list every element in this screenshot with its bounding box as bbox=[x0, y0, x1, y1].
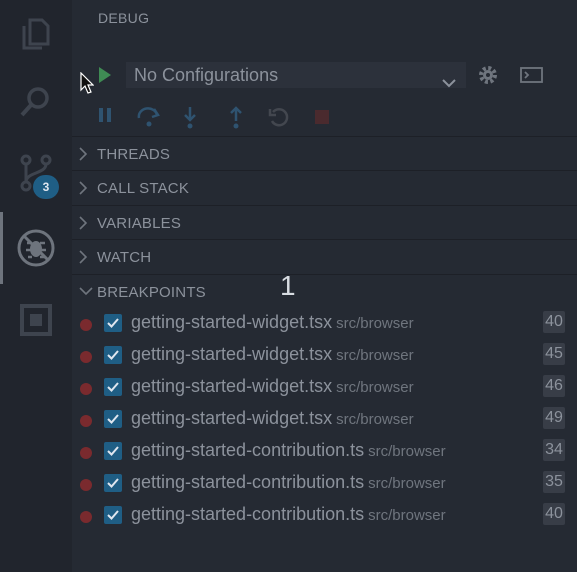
section-call-stack[interactable]: CALL STACK bbox=[72, 170, 577, 205]
breakpoint-path: src/browser bbox=[368, 475, 446, 492]
breakpoint-line-badge: 35 bbox=[543, 471, 565, 493]
breakpoint-row[interactable]: getting-started-widget.tsx src/browser 40 bbox=[72, 307, 577, 339]
configuration-value: No Configurations bbox=[134, 65, 279, 85]
breakpoint-checkbox[interactable] bbox=[104, 378, 122, 396]
step-over-icon[interactable] bbox=[136, 106, 162, 133]
breakpoint-dot-icon bbox=[80, 319, 92, 331]
gear-icon[interactable] bbox=[477, 64, 499, 91]
play-icon[interactable] bbox=[97, 66, 113, 89]
breakpoint-row[interactable]: getting-started-contribution.ts src/brows… bbox=[72, 499, 577, 531]
breakpoint-dot-icon bbox=[80, 511, 92, 523]
section-label: CALL STACK bbox=[97, 180, 190, 197]
section-label: VARIABLES bbox=[97, 215, 182, 232]
breakpoint-path: src/browser bbox=[368, 443, 446, 460]
stop-icon[interactable] bbox=[314, 106, 330, 130]
restart-icon[interactable] bbox=[268, 106, 290, 133]
breakpoint-file: getting-started-widget.tsx src/browser bbox=[131, 344, 414, 365]
chevron-down-icon bbox=[442, 69, 456, 95]
breakpoint-checkbox[interactable] bbox=[104, 442, 122, 460]
breakpoint-line-badge: 40 bbox=[543, 503, 565, 525]
breakpoint-file: getting-started-contribution.ts src/brows… bbox=[131, 504, 446, 525]
section-threads[interactable]: THREADS bbox=[72, 136, 577, 171]
breakpoint-row[interactable]: getting-started-contribution.ts src/brows… bbox=[72, 467, 577, 499]
chevron-right-icon bbox=[78, 215, 88, 235]
breakpoint-dot-icon bbox=[80, 447, 92, 459]
chevron-right-icon bbox=[78, 249, 88, 269]
breakpoint-dot-icon bbox=[80, 383, 92, 395]
step-out-icon[interactable] bbox=[228, 106, 244, 135]
breakpoint-checkbox[interactable] bbox=[104, 410, 122, 428]
breakpoint-line-badge: 40 bbox=[543, 311, 565, 333]
breakpoint-row[interactable]: getting-started-widget.tsx src/browser 49 bbox=[72, 403, 577, 435]
step-number-label: 1 bbox=[280, 270, 296, 301]
panel-title: DEBUG bbox=[98, 10, 150, 26]
breakpoint-file: getting-started-widget.tsx src/browser bbox=[131, 312, 414, 333]
breakpoint-checkbox[interactable] bbox=[104, 474, 122, 492]
chevron-right-icon bbox=[78, 180, 88, 200]
debug-console-icon[interactable] bbox=[520, 66, 544, 89]
activity-explorer[interactable] bbox=[0, 2, 72, 66]
breakpoint-filename: getting-started-widget.tsx bbox=[131, 376, 333, 396]
activity-search[interactable] bbox=[0, 70, 72, 134]
breakpoint-path: src/browser bbox=[336, 379, 414, 396]
mouse-cursor-icon bbox=[80, 71, 95, 99]
breakpoint-dot-icon bbox=[80, 351, 92, 363]
breakpoint-path: src/browser bbox=[368, 507, 446, 524]
breakpoint-filename: getting-started-contribution.ts bbox=[131, 504, 365, 524]
configuration-select[interactable]: No Configurations bbox=[126, 62, 466, 88]
breakpoint-file: getting-started-widget.tsx src/browser bbox=[131, 376, 414, 397]
breakpoint-filename: getting-started-contribution.ts bbox=[131, 472, 365, 492]
breakpoint-filename: getting-started-widget.tsx bbox=[131, 312, 333, 332]
breakpoint-filename: getting-started-widget.tsx bbox=[131, 408, 333, 428]
breakpoint-dot-icon bbox=[80, 479, 92, 491]
chevron-down-icon bbox=[78, 284, 94, 301]
breakpoint-line-badge: 49 bbox=[543, 407, 565, 429]
breakpoint-path: src/browser bbox=[336, 411, 414, 428]
breakpoint-file: getting-started-contribution.ts src/brows… bbox=[131, 440, 446, 461]
breakpoint-line-badge: 45 bbox=[543, 343, 565, 365]
breakpoint-row[interactable]: getting-started-widget.tsx src/browser 46 bbox=[72, 371, 577, 403]
breakpoint-file: getting-started-contribution.ts src/brows… bbox=[131, 472, 446, 493]
activity-bar: 3 bbox=[0, 0, 72, 572]
chevron-right-icon bbox=[78, 146, 88, 166]
breakpoint-row[interactable]: getting-started-contribution.ts src/brows… bbox=[72, 435, 577, 467]
breakpoint-line-badge: 34 bbox=[543, 439, 565, 461]
activity-debug[interactable] bbox=[0, 216, 72, 280]
breakpoint-path: src/browser bbox=[336, 347, 414, 364]
debug-sidebar: DEBUG No Configurations THREADS CALL STA… bbox=[72, 0, 577, 572]
section-variables[interactable]: VARIABLES bbox=[72, 205, 577, 240]
section-label: WATCH bbox=[97, 249, 152, 266]
breakpoint-dot-icon bbox=[80, 415, 92, 427]
activity-extensions[interactable] bbox=[0, 288, 72, 352]
breakpoint-row[interactable]: getting-started-widget.tsx src/browser 45 bbox=[72, 339, 577, 371]
debug-controls bbox=[72, 104, 577, 132]
section-label: BREAKPOINTS bbox=[97, 284, 206, 301]
breakpoint-filename: getting-started-widget.tsx bbox=[131, 344, 333, 364]
step-into-icon[interactable] bbox=[182, 106, 198, 135]
section-label: THREADS bbox=[97, 146, 171, 163]
breakpoint-checkbox[interactable] bbox=[104, 346, 122, 364]
scm-badge: 3 bbox=[33, 175, 59, 199]
breakpoint-line-badge: 46 bbox=[543, 375, 565, 397]
breakpoint-checkbox[interactable] bbox=[104, 314, 122, 332]
breakpoint-filename: getting-started-contribution.ts bbox=[131, 440, 365, 460]
breakpoint-path: src/browser bbox=[336, 315, 414, 332]
breakpoint-file: getting-started-widget.tsx src/browser bbox=[131, 408, 414, 429]
breakpoint-checkbox[interactable] bbox=[104, 506, 122, 524]
debug-toolbar: No Configurations bbox=[72, 60, 577, 90]
section-watch[interactable]: WATCH bbox=[72, 239, 577, 274]
section-breakpoints[interactable]: BREAKPOINTS bbox=[72, 274, 577, 309]
pause-icon[interactable] bbox=[98, 106, 112, 129]
